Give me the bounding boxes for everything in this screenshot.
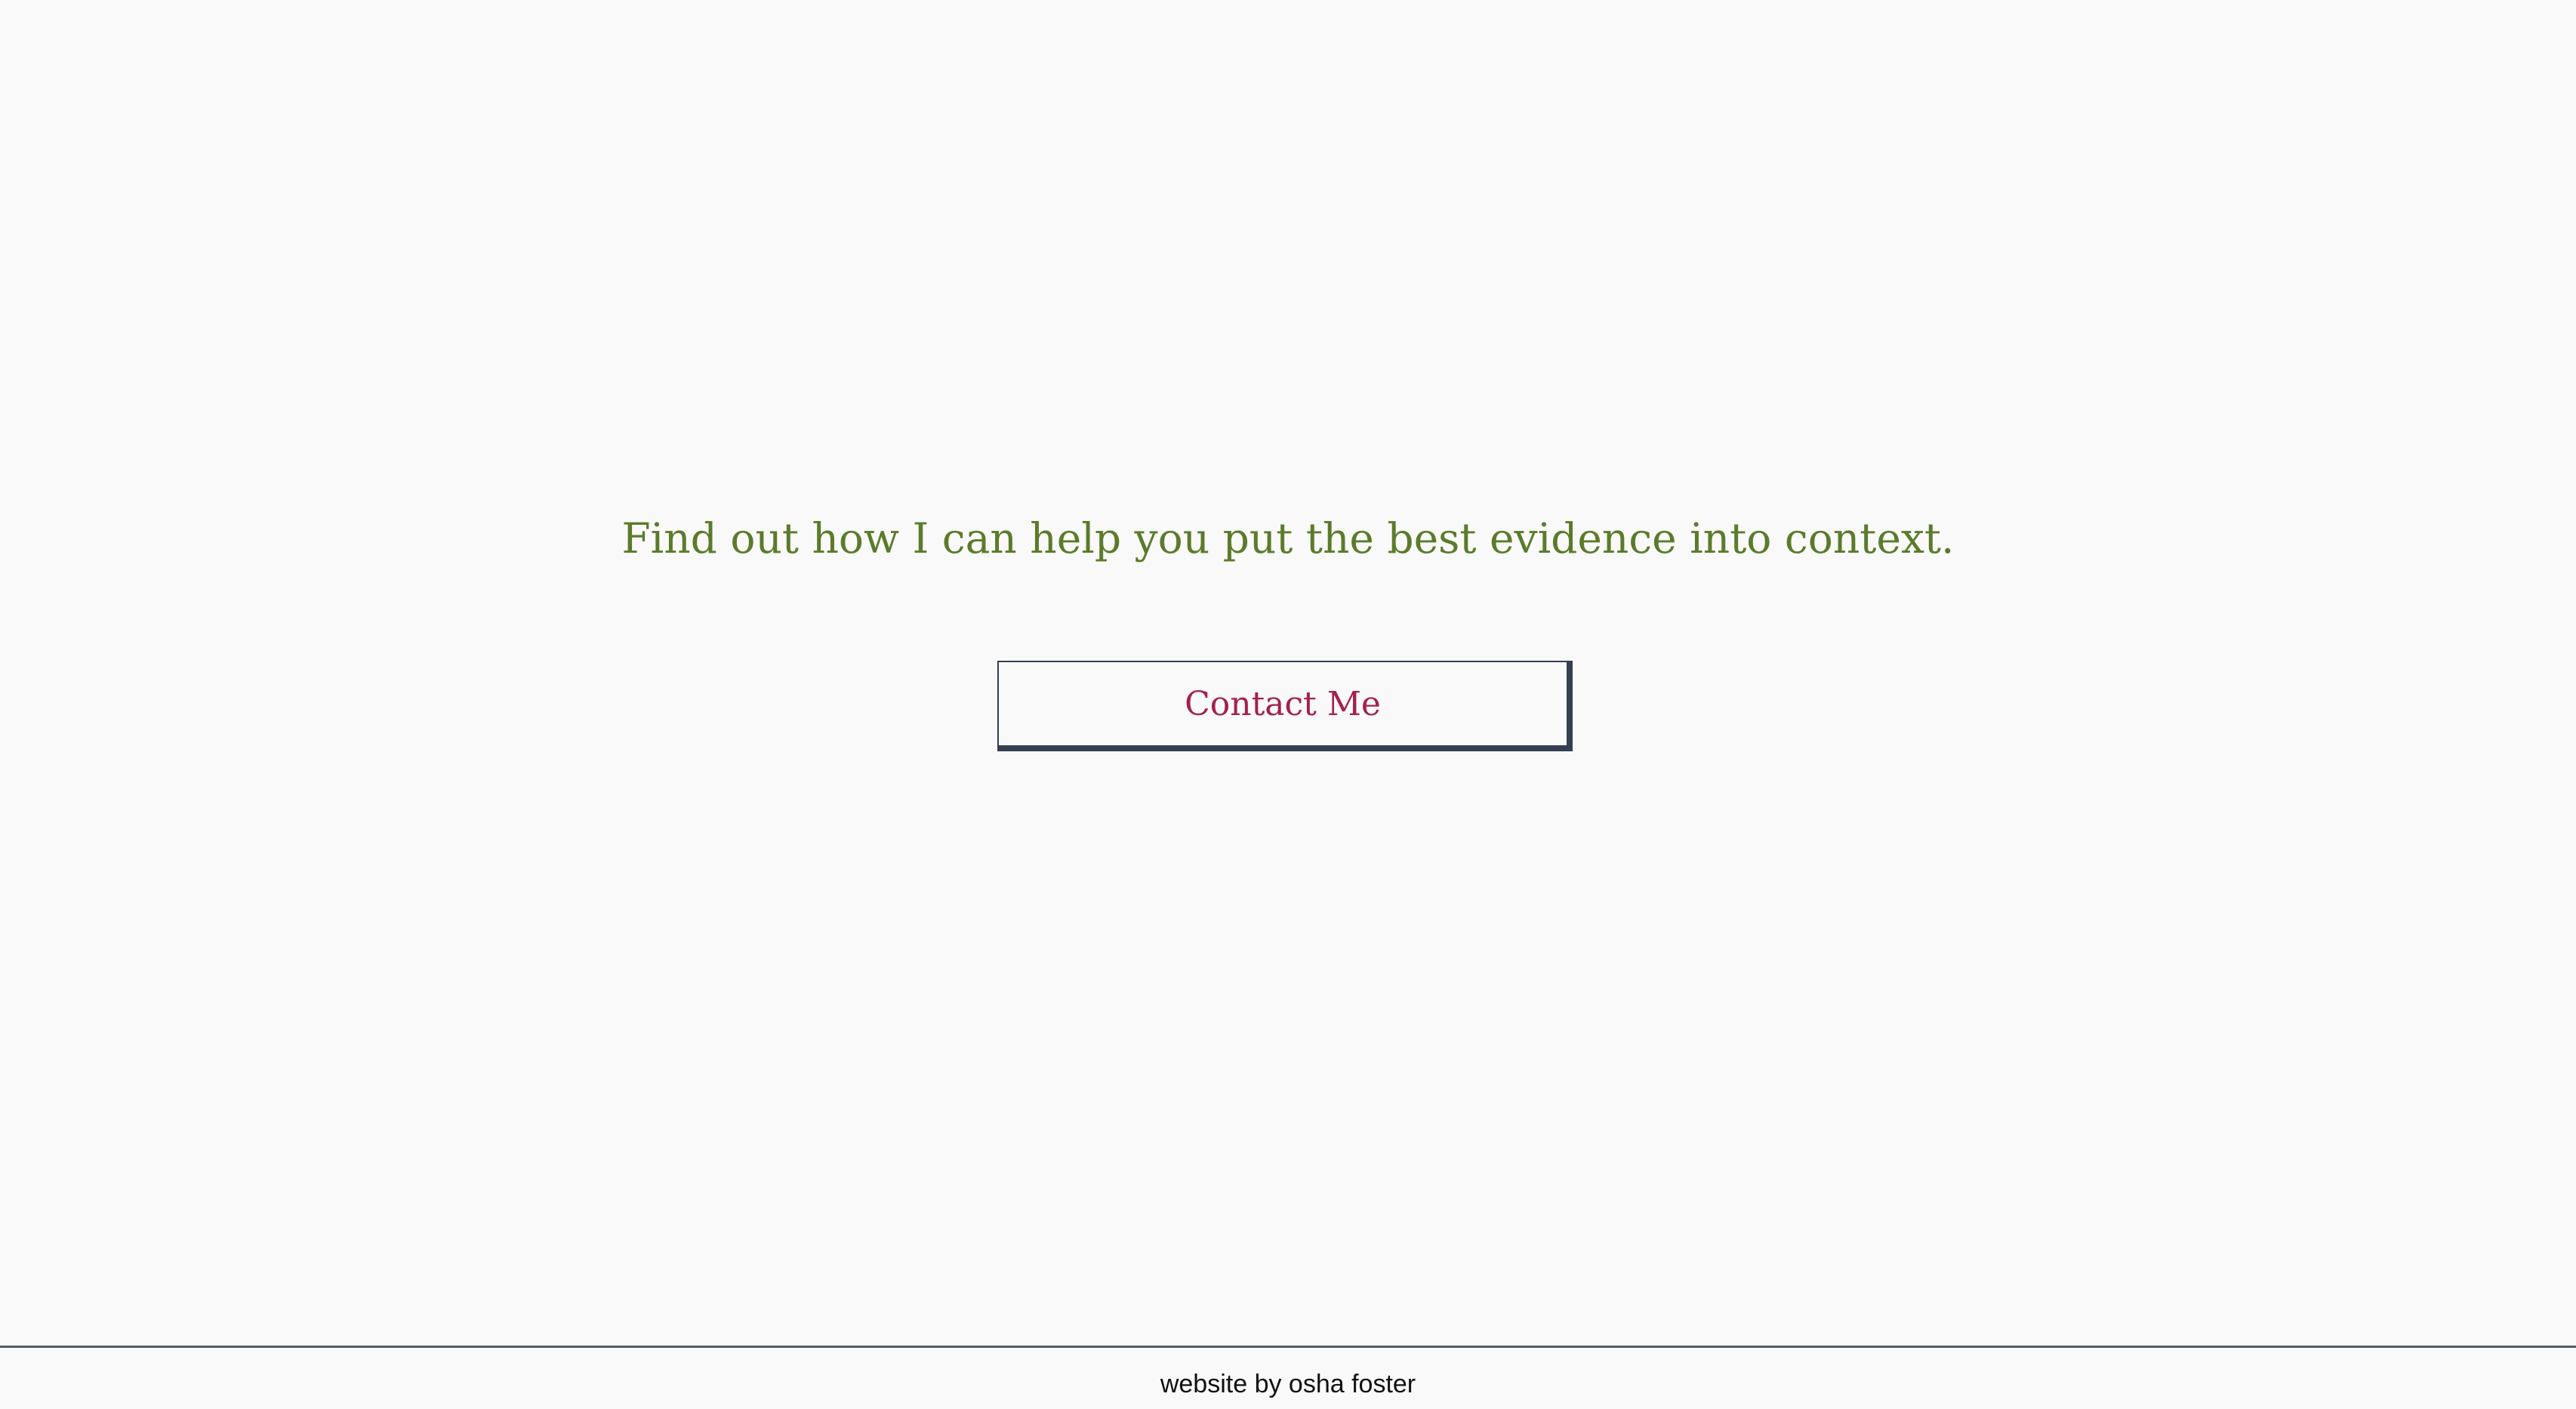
site-footer: website by osha foster — [0, 1346, 2576, 1409]
page: Find out how I can help you put the best… — [0, 0, 2576, 1409]
cta-tagline: Find out how I can help you put the best… — [621, 514, 1955, 563]
footer-credit: website by osha foster — [1160, 1370, 1416, 1398]
contact-me-button[interactable]: Contact Me — [997, 661, 1573, 751]
contact-cta-section: Find out how I can help you put the best… — [0, 0, 2576, 1346]
